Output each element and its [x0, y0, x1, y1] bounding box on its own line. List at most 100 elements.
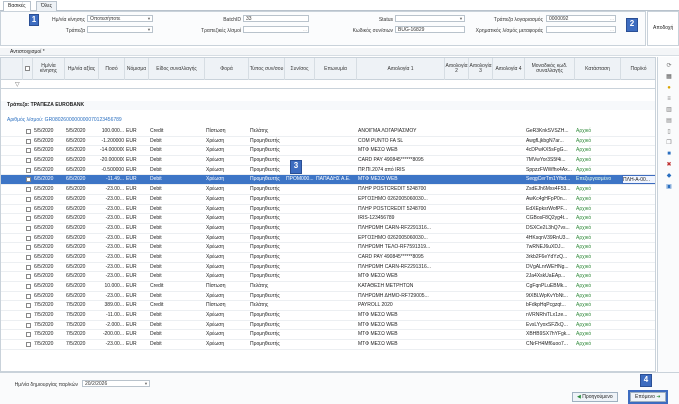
table-cell[interactable]: AwKc4gHFpP0n... — [526, 195, 574, 204]
table-row[interactable]: 7/5/2020 7/5/2020 -200.00... EUR Debit Χρέωση… — [1, 330, 655, 341]
row-checkbox[interactable] — [26, 342, 31, 348]
table-cell[interactable]: EUR — [126, 330, 148, 339]
table-cell[interactable] — [494, 330, 524, 339]
row-checkbox[interactable] — [26, 303, 31, 309]
table-cell[interactable]: ΜΤΦ ΜΕΣΩ WEB — [358, 175, 444, 184]
table-cell[interactable]: EUR — [126, 127, 148, 136]
row-checkbox[interactable] — [26, 138, 31, 144]
table-cell[interactable] — [494, 301, 524, 310]
checkbox-icon[interactable] — [25, 66, 30, 71]
table-cell[interactable]: -23.00... — [100, 340, 124, 349]
table-cell[interactable] — [446, 214, 468, 223]
table-cell[interactable]: 6/5/2020 — [34, 272, 64, 281]
group-bank[interactable]: Τράπεζα: ΤΡΑΠΕΖΑ EUROBANK — [1, 101, 655, 110]
table-cell[interactable]: SppzzFWWfhx4Ax... — [526, 166, 574, 175]
table-cell[interactable]: Debit — [150, 175, 204, 184]
table-cell[interactable]: ΚΑΤΑΘΕΣΗ ΜΕΤΡΗΤΩΝ — [358, 282, 444, 291]
table-cell[interactable]: 6/5/2020 — [34, 205, 64, 214]
creation-date-input[interactable]: 20/2/2026 ▼ — [82, 380, 150, 387]
table-cell[interactable] — [286, 234, 314, 243]
table-cell[interactable]: Χρέωση — [206, 205, 248, 214]
row-checkbox[interactable] — [26, 225, 31, 231]
table-cell[interactable] — [494, 292, 524, 301]
table-cell[interactable]: -23.00... — [100, 272, 124, 281]
table-cell[interactable] — [494, 127, 524, 136]
table-cell[interactable] — [494, 175, 524, 184]
header-value-date[interactable]: Ημ/νία αξίας — [65, 58, 99, 80]
table-cell[interactable]: 6/5/2020 — [66, 292, 98, 301]
header-document[interactable]: Παρ/κό — [621, 58, 655, 80]
table-cell[interactable] — [622, 282, 655, 291]
table-cell[interactable] — [286, 146, 314, 155]
table-cell[interactable]: 6/5/2020 — [34, 253, 64, 262]
table-cell[interactable]: EUR — [126, 340, 148, 349]
table-cell[interactable] — [316, 214, 356, 223]
table-cell[interactable] — [316, 243, 356, 252]
table-cell[interactable]: Προμηθευτής — [250, 195, 284, 204]
row-checkbox[interactable] — [26, 196, 31, 202]
table-cell[interactable]: Χρέωση — [206, 263, 248, 272]
table-row[interactable]: 7/5/2020 7/5/2020 -2.000... EUR Debit Χρέωση Π… — [1, 321, 655, 331]
table-cell[interactable] — [470, 301, 492, 310]
table-cell[interactable]: Debit — [150, 340, 204, 349]
table-cell[interactable]: Προμηθευτής — [250, 243, 284, 252]
table-cell[interactable]: 6/5/2020 — [34, 185, 64, 194]
table-cell[interactable] — [286, 127, 314, 136]
table-cell[interactable]: Χρέωση — [206, 253, 248, 262]
table-cell[interactable]: Προμηθευτής — [250, 166, 284, 175]
table-cell[interactable] — [316, 166, 356, 175]
table-cell[interactable]: Debit — [150, 263, 204, 272]
table-cell[interactable]: Πελάτης — [250, 301, 284, 310]
bank-account-select[interactable]: 0000092… — [546, 15, 616, 22]
table-cell[interactable]: nVRNRhiTLx1ze... — [526, 311, 574, 320]
row-checkbox[interactable] — [26, 235, 31, 241]
table-row[interactable]: 6/5/2020 6/5/2020 -23.00... EUR Debit Χρέωση Π… — [1, 195, 655, 205]
table-cell[interactable] — [494, 166, 524, 175]
table-cell[interactable]: Προμηθευτής — [250, 263, 284, 272]
table-cell[interactable] — [446, 243, 468, 252]
table-cell[interactable] — [316, 301, 356, 310]
table-cell[interactable] — [316, 321, 356, 330]
table-cell[interactable]: -23.00... — [100, 292, 124, 301]
bank-moves-select[interactable]: … — [243, 26, 309, 33]
table-cell[interactable]: Χρέωση — [206, 185, 248, 194]
table-cell[interactable]: 6/5/2020 — [66, 205, 98, 214]
table-cell[interactable] — [286, 137, 314, 146]
table-cell[interactable]: EUR — [126, 272, 148, 281]
table-cell[interactable]: CGBosF8Q2yg4t... — [526, 214, 574, 223]
table-cell[interactable] — [316, 185, 356, 194]
table-cell[interactable]: EUR — [126, 195, 148, 204]
table-cell[interactable] — [286, 330, 314, 339]
group-account[interactable]: Αριθμός λ/σμού: GR0802600000000070123456… — [1, 116, 655, 125]
table-cell[interactable] — [494, 214, 524, 223]
table-cell[interactable]: Debit — [150, 234, 204, 243]
table-cell[interactable]: Αρχικό — [576, 195, 620, 204]
table-cell[interactable]: Πελάτης — [250, 282, 284, 291]
table-cell[interactable] — [622, 137, 655, 146]
table-cell[interactable] — [446, 137, 468, 146]
header-status[interactable]: Κατάσταση — [575, 58, 621, 80]
table-cell[interactable]: EUR — [126, 263, 148, 272]
header-transaction-type[interactable]: Είδος συναλλαγής — [149, 58, 205, 80]
table-cell[interactable]: Debit — [150, 272, 204, 281]
table-cell[interactable]: ΠΑΠΑΔΗΣ Α.Ε. — [316, 175, 356, 184]
table-cell[interactable] — [494, 234, 524, 243]
grid-icon[interactable]: ▦ — [665, 74, 673, 81]
table-cell[interactable]: CgFqnPLuEBMk... — [526, 282, 574, 291]
table-cell[interactable] — [470, 127, 492, 136]
code-input[interactable]: BUG-16829 — [395, 26, 465, 33]
table-cell[interactable]: Χρέωση — [206, 195, 248, 204]
table-cell[interactable]: Προμηθευτής — [250, 156, 284, 165]
table-cell[interactable]: Προμηθευτής — [250, 311, 284, 320]
table-cell[interactable]: Debit — [150, 166, 204, 175]
table-cell[interactable]: Αρχικό — [576, 146, 620, 155]
table-cell[interactable]: Αρχικό — [576, 253, 620, 262]
table-cell[interactable]: EUR — [126, 243, 148, 252]
table-cell[interactable]: Χρέωση — [206, 156, 248, 165]
table-cell[interactable] — [286, 185, 314, 194]
move-date-select[interactable]: Οποτεσήποτε ▼ — [87, 15, 153, 22]
table-cell[interactable] — [470, 330, 492, 339]
header-currency[interactable]: Νόμισμα — [125, 58, 149, 80]
row-checkbox[interactable] — [26, 177, 31, 183]
table-cell[interactable] — [316, 282, 356, 291]
